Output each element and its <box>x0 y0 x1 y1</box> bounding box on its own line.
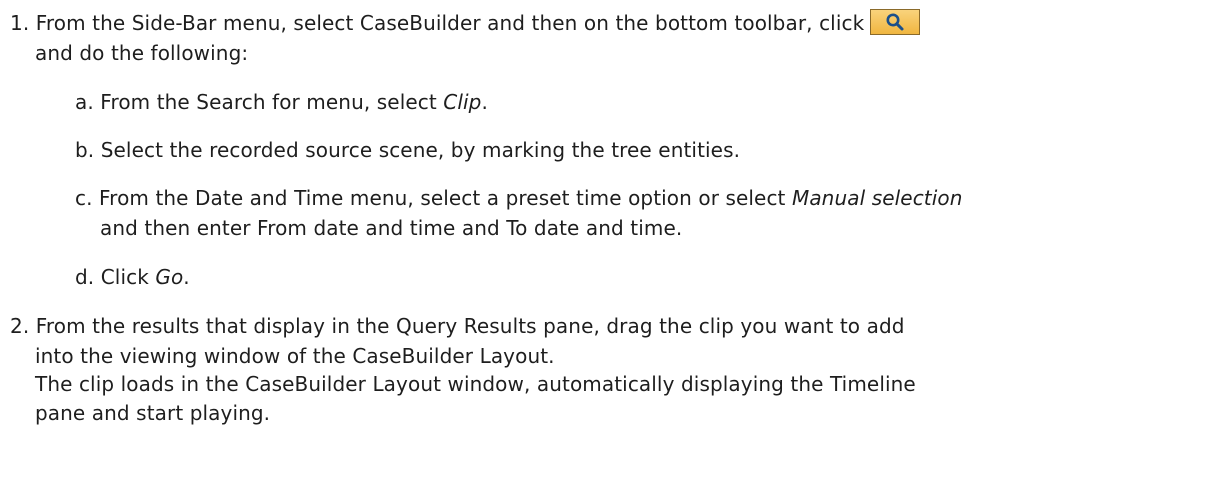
substep-d-text: Click <box>100 265 156 289</box>
substep-c-line-1: c. From the Date and Time menu, select a… <box>75 185 963 211</box>
step-2-text: From the results that display in the Que… <box>35 314 905 338</box>
step-1-text: From the Side-Bar menu, select CaseBuild… <box>35 11 865 35</box>
step-1-line-2: and do the following: <box>35 41 249 65</box>
substep-a-letter: a. <box>75 90 94 114</box>
step-2-line-3: The clip loads in the CaseBuilder Layout… <box>35 372 916 396</box>
substep-b-letter: b. <box>75 138 95 162</box>
substep-b: b. Select the recorded source scene, by … <box>75 137 740 163</box>
substep-a: a. From the Search for menu, select Clip… <box>75 89 488 115</box>
substep-d-emphasis: Go <box>155 265 184 289</box>
search-icon <box>886 13 904 31</box>
substep-c-emphasis: Manual selection <box>791 186 963 210</box>
substep-c-text: From the Date and Time menu, select a pr… <box>99 186 792 210</box>
step-2-line-1: 2. From the results that display in the … <box>10 313 905 339</box>
substep-d: d. Click Go. <box>75 264 190 290</box>
substep-a-end: . <box>481 90 488 114</box>
step-2-number: 2. <box>10 314 30 338</box>
step-2-line-2: into the viewing window of the CaseBuild… <box>35 344 555 368</box>
substep-c-letter: c. <box>75 186 93 210</box>
step-1-line-1: 1. From the Side-Bar menu, select CaseBu… <box>10 9 921 36</box>
document-page: 1. From the Side-Bar menu, select CaseBu… <box>0 0 1210 482</box>
substep-c-line-2: and then enter From date and time and To… <box>100 216 683 240</box>
substep-b-text: Select the recorded source scene, by mar… <box>100 138 741 162</box>
substep-d-end: . <box>183 265 190 289</box>
step-1-number: 1. <box>10 11 30 35</box>
substep-a-text: From the Search for menu, select <box>100 90 444 114</box>
substep-d-letter: d. <box>75 265 95 289</box>
search-toolbar-button <box>870 9 921 35</box>
step-2-line-4: pane and start playing. <box>35 401 271 425</box>
substep-a-emphasis: Clip <box>443 90 482 114</box>
